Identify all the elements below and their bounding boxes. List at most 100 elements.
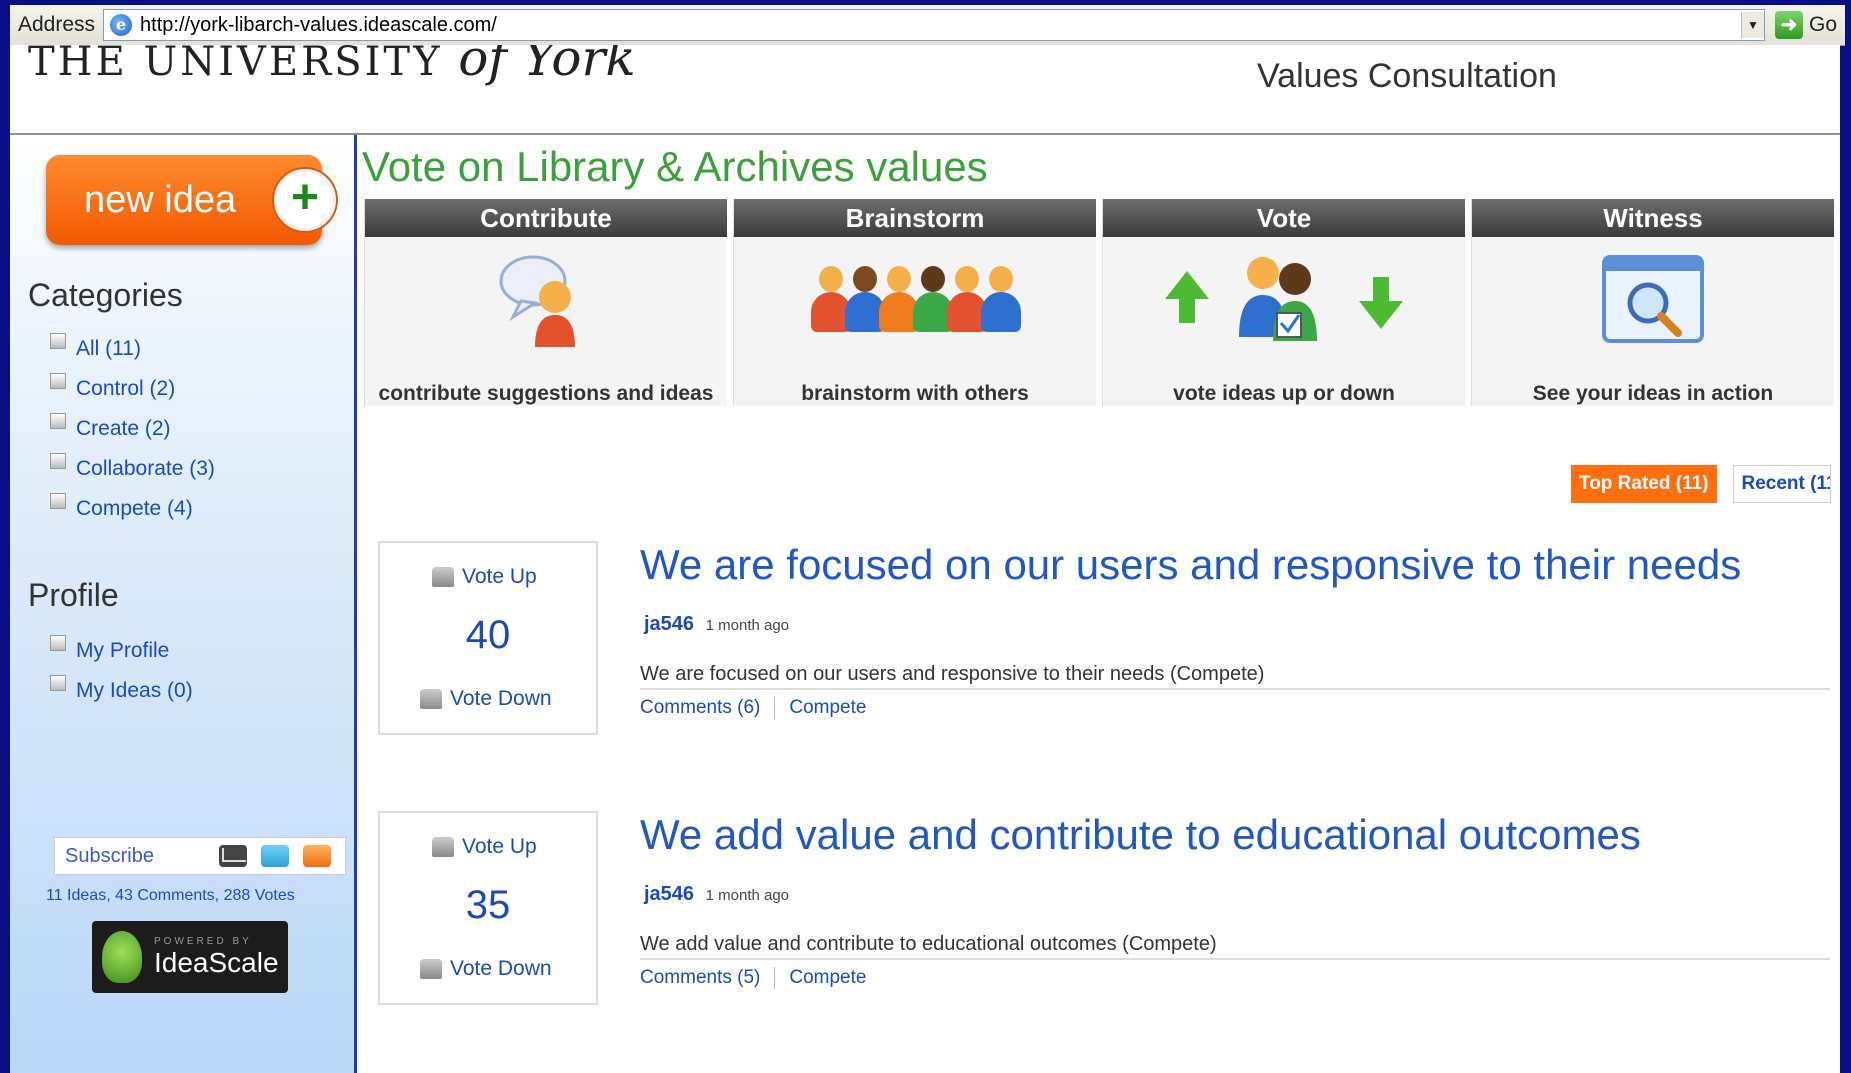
window-magnifier-icon [1472, 251, 1834, 351]
powered-by-label: POWERED BY [154, 935, 252, 947]
profile-label: My Ideas (0) [76, 679, 193, 702]
panel-caption: brainstorm with others [801, 382, 1029, 405]
go-button[interactable]: Go [1803, 13, 1845, 37]
plus-icon: + [274, 169, 336, 231]
thumbs-up-icon [432, 567, 454, 587]
profile-item-my-ideas[interactable]: My Ideas (0) [50, 671, 193, 711]
ideascale-badge[interactable]: POWERED BY IdeaScale [92, 921, 288, 993]
bullet-icon [50, 413, 66, 429]
profile-label: My Profile [76, 639, 170, 662]
contribute-person-speech-icon [365, 251, 727, 351]
address-label: Address [18, 13, 96, 36]
category-link[interactable]: Compete [789, 697, 866, 719]
panel-vote: Vote vote ideas up or down [1102, 199, 1465, 406]
address-bar: Address e http://york-libarch-values.ide… [10, 5, 1845, 46]
url-dropdown-button[interactable]: ▼ [1740, 12, 1764, 38]
process-panels: Contribute contribute suggestions and id… [364, 199, 1840, 406]
go-arrow-icon[interactable]: ➜ [1774, 11, 1803, 39]
category-label: All (11) [76, 337, 141, 360]
idea-title-link[interactable]: We are focused on our users and responsi… [640, 541, 1741, 589]
categories-heading: Categories [28, 277, 183, 313]
idea-author-link[interactable]: ja546 [644, 883, 694, 905]
university-logo[interactable]: THE UNIVERSITY of York [28, 45, 636, 87]
vote-down-label: Vote Down [450, 687, 552, 710]
comments-link[interactable]: Comments (6) [640, 697, 760, 719]
logo-text: THE UNIVERSITY [28, 45, 443, 85]
panel-contribute: Contribute contribute suggestions and id… [364, 199, 727, 406]
idea-meta: ja546 1 month ago [644, 883, 789, 906]
comments-link[interactable]: Comments (5) [640, 967, 760, 989]
bullet-icon [50, 333, 66, 349]
profile-item-my-profile[interactable]: My Profile [50, 631, 193, 671]
vote-up-button[interactable]: Vote Up [432, 565, 537, 589]
profile-heading: Profile [28, 577, 119, 613]
vote-box: Vote Up 35 Vote Down [378, 811, 598, 1005]
vote-up-label: Vote Up [462, 565, 537, 588]
idea-links: Comments (5) Compete [640, 967, 866, 989]
idea-author-link[interactable]: ja546 [644, 613, 694, 635]
sort-tabs: Top Rated (11) Recent (11) [1571, 465, 1831, 503]
link-divider [774, 697, 776, 719]
vote-box: Vote Up 40 Vote Down [378, 541, 598, 735]
web-page: THE UNIVERSITY of York Values Consultati… [10, 45, 1840, 1073]
category-label: Create (2) [76, 417, 171, 440]
twitter-icon[interactable] [261, 845, 289, 867]
panel-caption: See your ideas in action [1532, 382, 1774, 405]
url-field[interactable]: e http://york-libarch-values.ideascale.c… [103, 9, 1765, 41]
category-item-compete[interactable]: Compete (4) [50, 489, 215, 529]
new-idea-label: new idea [84, 178, 237, 221]
vote-count: 35 [465, 883, 511, 927]
idea-timestamp: 1 month ago [705, 887, 790, 904]
panel-witness: Witness See your ideas in action [1471, 199, 1834, 406]
category-item-all[interactable]: All (11) [50, 329, 215, 369]
vote-count: 40 [465, 613, 511, 657]
idea-timestamp: 1 month ago [705, 617, 790, 634]
panel-heading: Contribute [365, 199, 727, 237]
ideascale-brand: IdeaScale [154, 946, 279, 978]
group-of-people-icon [734, 251, 1096, 351]
category-link[interactable]: Compete [789, 967, 866, 989]
site-stats: 11 Ideas, 43 Comments, 288 Votes [46, 887, 295, 904]
category-list: All (11) Control (2) Create (2) Collabor… [50, 329, 215, 529]
idea-item: Vote Up 40 Vote Down We are focused on o… [360, 541, 1840, 741]
tab-top-rated[interactable]: Top Rated (11) [1571, 465, 1717, 503]
idea-links: Comments (6) Compete [640, 697, 866, 719]
category-label: Collaborate (3) [76, 457, 215, 480]
main-content: Vote on Library & Archives values Contri… [360, 135, 1840, 1073]
lightbulb-icon [102, 931, 142, 983]
bullet-icon [50, 675, 66, 691]
idea-title-link[interactable]: We add value and contribute to education… [640, 811, 1641, 859]
site-title: Values Consultation [1257, 57, 1557, 95]
sidebar: new idea + Categories All (11) Control (… [10, 135, 357, 1073]
rss-icon[interactable] [303, 845, 331, 867]
vote-down-button[interactable]: Vote Down [420, 687, 552, 711]
vote-down-button[interactable]: Vote Down [420, 957, 552, 981]
category-label: Compete (4) [76, 497, 193, 520]
thumbs-down-icon [420, 959, 442, 979]
vote-down-label: Vote Down [450, 957, 552, 980]
category-item-create[interactable]: Create (2) [50, 409, 215, 449]
tab-recent[interactable]: Recent (11) [1732, 465, 1831, 503]
bullet-icon [50, 635, 66, 651]
vote-up-button[interactable]: Vote Up [432, 835, 537, 859]
panel-heading: Brainstorm [734, 199, 1096, 237]
url-text[interactable]: http://york-libarch-values.ideascale.com… [140, 14, 1741, 37]
panel-brainstorm: Brainstorm brainstorm with others [733, 199, 1096, 406]
panel-heading: Witness [1472, 199, 1834, 237]
bullet-icon [50, 453, 66, 469]
new-idea-button[interactable]: new idea + [46, 155, 336, 245]
panel-heading: Vote [1103, 199, 1465, 237]
email-icon[interactable] [219, 845, 247, 867]
site-header: THE UNIVERSITY of York Values Consultati… [10, 45, 1840, 135]
subscribe-box: Subscribe [54, 837, 346, 875]
thumbs-down-icon [420, 689, 442, 709]
profile-list: My Profile My Ideas (0) [50, 631, 193, 711]
category-item-collaborate[interactable]: Collaborate (3) [50, 449, 215, 489]
bullet-icon [50, 373, 66, 389]
thumbs-up-icon [432, 837, 454, 857]
category-item-control[interactable]: Control (2) [50, 369, 215, 409]
bullet-icon [50, 493, 66, 509]
idea-description: We add value and contribute to education… [640, 933, 1830, 960]
idea-meta: ja546 1 month ago [644, 613, 789, 636]
subscribe-label: Subscribe [65, 844, 154, 867]
